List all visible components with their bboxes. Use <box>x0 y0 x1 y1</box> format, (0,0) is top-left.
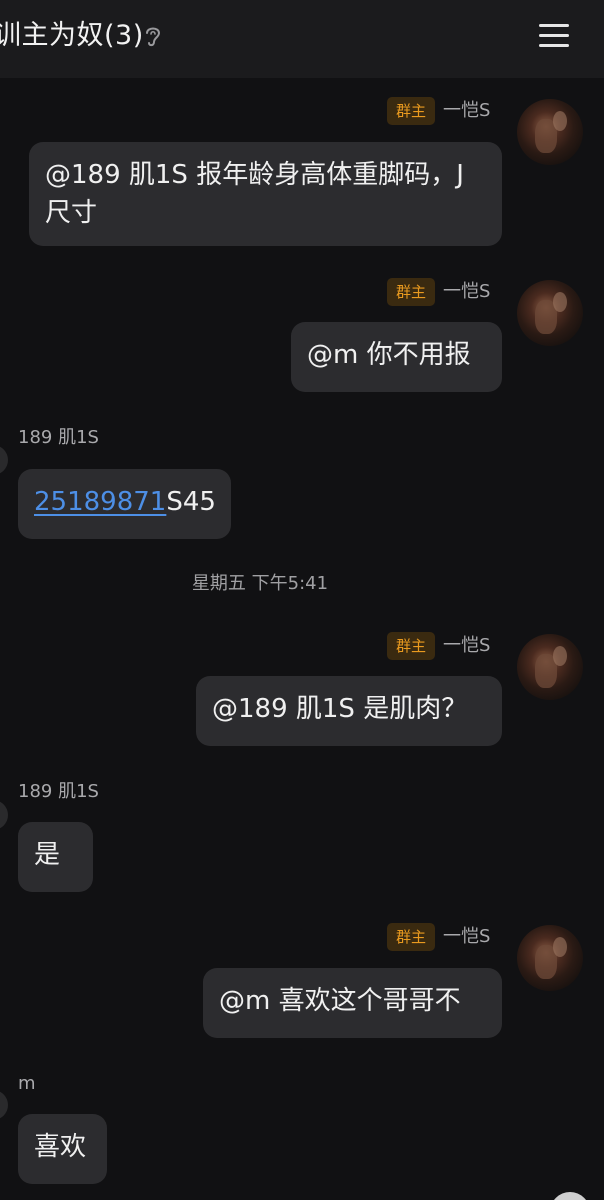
scroll-to-bottom-button[interactable] <box>550 1192 590 1200</box>
avatar[interactable] <box>517 99 583 165</box>
phone-link[interactable]: 25189871 <box>34 487 166 517</box>
sender-name: m <box>18 1073 36 1094</box>
owner-badge: 群主 <box>387 923 435 951</box>
avatar[interactable] <box>0 445 8 475</box>
message-text: S45 <box>166 487 216 517</box>
message-bubble[interactable]: @189 肌1S 报年龄身高体重脚码，J尺寸 <box>29 142 502 246</box>
chat-screen: 训主为奴(3) 群主 一恺S @189 肌1S 报年龄身高体重脚码，J尺寸 群主… <box>0 0 604 1200</box>
sender-name: 一恺S <box>443 926 491 947</box>
sender-name: 一恺S <box>443 100 491 121</box>
avatar[interactable] <box>517 280 583 346</box>
avatar[interactable] <box>517 634 583 700</box>
avatar[interactable] <box>517 925 583 991</box>
message-bubble[interactable]: 25189871S45 <box>18 469 231 539</box>
avatar[interactable] <box>0 1090 8 1120</box>
owner-badge: 群主 <box>387 97 435 125</box>
avatar[interactable] <box>0 800 8 830</box>
message-timestamp: 星期五 下午5:41 <box>191 573 329 594</box>
message-bubble[interactable]: 喜欢 <box>18 1114 107 1184</box>
hamburger-menu-icon[interactable] <box>536 21 572 51</box>
sender-name: 一恺S <box>443 281 491 302</box>
sender-name: 189 肌1S <box>18 781 99 802</box>
message-bubble[interactable]: @m 喜欢这个哥哥不 <box>203 968 502 1038</box>
message-bubble[interactable]: @m 你不用报 <box>291 322 502 392</box>
sender-name: 189 肌1S <box>18 427 99 448</box>
group-title[interactable]: 训主为奴(3) <box>0 16 144 56</box>
owner-badge: 群主 <box>387 632 435 660</box>
message-bubble[interactable]: 是 <box>18 822 93 892</box>
owner-badge: 群主 <box>387 278 435 306</box>
message-bubble[interactable]: @189 肌1S 是肌肉？ <box>196 676 502 746</box>
ear-icon[interactable] <box>141 23 165 49</box>
chat-header: 训主为奴(3) <box>0 0 604 78</box>
sender-name: 一恺S <box>443 635 491 656</box>
